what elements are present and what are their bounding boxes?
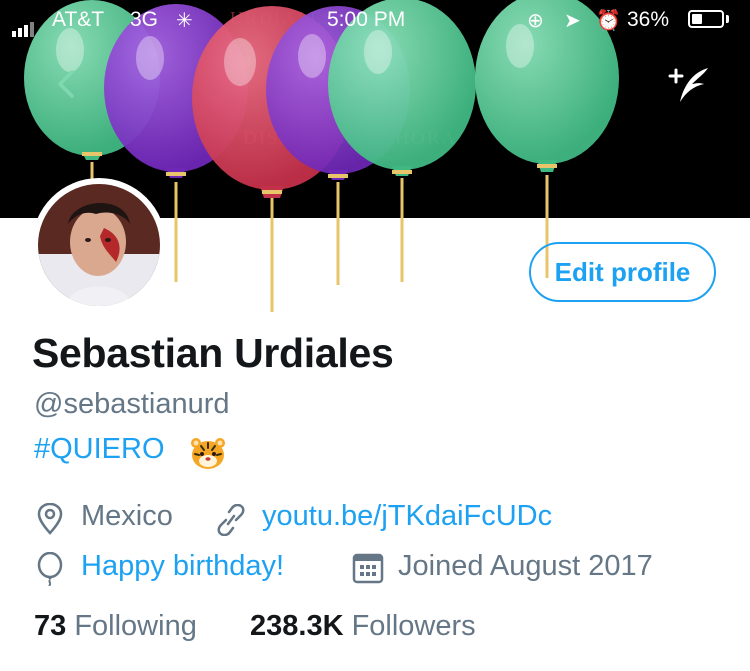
following-stat[interactable]: 73 Following (34, 610, 197, 643)
carrier-label: AT&T (52, 8, 105, 31)
bio-hashtag-link[interactable]: #QUIERO (34, 433, 165, 466)
banner-headline: DISPONIBLE AHORA (243, 128, 458, 149)
edit-profile-button[interactable]: Edit profile (529, 242, 716, 302)
profile-handle: @sebastianurd (34, 388, 230, 420)
battery-percent: 36% (627, 8, 670, 31)
location-arrow-icon: ➤ (564, 10, 581, 32)
clock: 5:00 PM (327, 8, 406, 31)
battery-icon (688, 10, 724, 28)
location-pin-icon (37, 503, 63, 535)
tiger-face-icon (191, 438, 225, 469)
profile-avatar[interactable] (32, 178, 166, 312)
avatar-photo (38, 184, 160, 306)
banner-script-text: quiero (282, 58, 394, 98)
profile-name: Sebastian Urdiales (32, 330, 394, 376)
balloon-icon (37, 552, 63, 586)
profile-location: Mexico (81, 500, 173, 532)
orientation-lock-icon: ⊕ (527, 10, 544, 32)
activity-spinner-icon: ✳ (176, 10, 193, 32)
birthday-link[interactable]: Happy birthday! (81, 550, 284, 583)
back-chevron-icon[interactable] (48, 64, 88, 104)
status-bar: AT&T 3G ✳ 5:00 PM ⊕ ➤ ⏰ 36% (0, 0, 750, 40)
followers-stat[interactable]: 238.3K Followers (250, 610, 476, 643)
alarm-icon: ⏰ (596, 10, 621, 32)
profile-website-link[interactable]: youtu.be/jTKdaiFcUDc (262, 500, 552, 533)
link-icon (217, 504, 245, 536)
followers-label: Followers (351, 610, 476, 642)
network-label: 3G (130, 8, 159, 31)
followers-count: 238.3K (250, 610, 344, 642)
following-label: Following (74, 610, 197, 642)
following-count: 73 (34, 610, 67, 642)
joined-date: Joined August 2017 (398, 550, 653, 582)
calendar-icon (352, 553, 384, 584)
compose-tweet-icon[interactable] (664, 62, 714, 108)
cell-signal-icon (12, 13, 36, 37)
